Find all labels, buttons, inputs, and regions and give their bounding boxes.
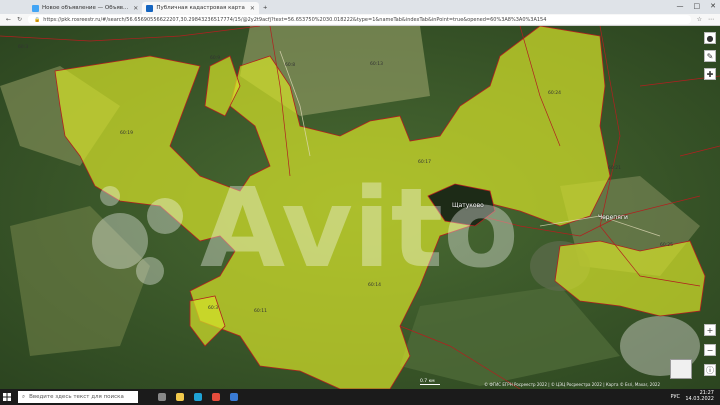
place-label-shatukovo: Щатуково: [452, 202, 484, 209]
back-icon[interactable]: ←: [6, 16, 11, 23]
parcel-label: 60:3: [18, 44, 28, 50]
new-tab-button[interactable]: +: [259, 2, 272, 14]
parcel-label: 60:9: [210, 55, 220, 61]
scale-bar: 0.7 км: [420, 379, 440, 385]
start-button[interactable]: [0, 389, 14, 405]
measure-button[interactable]: ✎: [704, 50, 716, 62]
info-icon: ⓘ: [706, 365, 714, 375]
minus-icon: −: [706, 345, 714, 355]
parcel-label: 60:11: [254, 308, 267, 314]
chrome-icon[interactable]: [212, 393, 220, 401]
zoom-in-button[interactable]: +: [704, 324, 716, 336]
zoom-out-button[interactable]: −: [704, 344, 716, 356]
parcel-label: 60:3: [208, 305, 218, 311]
watermark-text: Avito: [200, 164, 519, 292]
windows-taskbar: ⌕ Введите здесь текст для поиска РУС 21:…: [0, 389, 720, 405]
address-bar: ← ↻ 🔒 https://pkk.rosreestr.ru/#/search/…: [0, 14, 720, 26]
window-controls: — □ ✕: [677, 2, 717, 10]
map-canvas: Avito 60:3 60:9 60:8 60:13 60:24 60:19 6…: [0, 26, 720, 389]
parcel-label: 60:25: [660, 242, 673, 248]
close-icon[interactable]: ✕: [250, 5, 255, 12]
close-icon[interactable]: ✕: [133, 5, 138, 12]
minimap[interactable]: [670, 359, 692, 379]
plus-icon: +: [706, 325, 714, 335]
system-clock[interactable]: 21:27 14.03.2022: [685, 390, 714, 402]
parcel-label: 60:8: [285, 62, 295, 68]
pencil-icon: ✎: [706, 51, 714, 61]
explorer-icon[interactable]: [176, 393, 184, 401]
parcel-label: 60:13: [370, 61, 383, 67]
windows-icon: [3, 393, 11, 401]
search-icon: ⌕: [22, 393, 26, 400]
app-icon[interactable]: [230, 393, 238, 401]
url-text: https://pkk.rosreestr.ru/#/search/56.656…: [43, 16, 547, 23]
rosreestr-icon: [146, 4, 154, 12]
close-window-button[interactable]: ✕: [710, 2, 716, 10]
layers-button[interactable]: ●: [704, 32, 716, 44]
edge-icon[interactable]: [194, 393, 202, 401]
tab-label: Публичная кадастровая карта: [156, 5, 245, 11]
crosshair-icon: ✚: [706, 69, 714, 79]
taskbar-apps: [158, 393, 238, 401]
parcel-label: 60:24: [548, 90, 561, 96]
menu-icon[interactable]: ⋯: [708, 16, 714, 23]
minimize-button[interactable]: —: [677, 2, 684, 10]
copyright-text: © ФГИС ЕГРН Росреестр 2022 | © ЦЭЦ Росре…: [484, 382, 660, 387]
tab-rosreestr[interactable]: Публичная кадастровая карта ✕: [142, 2, 259, 14]
tab-avito[interactable]: Новое объявление — Объяв... ✕: [28, 2, 142, 14]
info-button[interactable]: ⓘ: [704, 364, 716, 376]
parcel-label: 60:17: [418, 159, 431, 165]
star-icon[interactable]: ☆: [697, 16, 702, 23]
parcel-label: 60:21: [608, 165, 621, 171]
task-view-icon[interactable]: [158, 393, 166, 401]
url-field[interactable]: 🔒 https://pkk.rosreestr.ru/#/search/56.6…: [28, 15, 691, 24]
parcel-label: 60:19: [120, 130, 133, 136]
parcel-label: 60:14: [368, 282, 381, 288]
search-placeholder: Введите здесь текст для поиска: [29, 394, 124, 400]
crosshair-button[interactable]: ✚: [704, 68, 716, 80]
avito-icon: [32, 4, 39, 12]
browser-tab-bar: Новое объявление — Объяв... ✕ Публичная …: [0, 0, 720, 14]
lock-icon: 🔒: [34, 16, 41, 23]
language-indicator[interactable]: РУС: [670, 394, 680, 400]
place-label-cherepyagi: Черепяги: [598, 214, 628, 221]
cadastral-map[interactable]: Avito 60:3 60:9 60:8 60:13 60:24 60:19 6…: [0, 26, 720, 389]
maximize-button[interactable]: □: [694, 2, 701, 10]
refresh-icon[interactable]: ↻: [17, 16, 22, 23]
tab-label: Новое объявление — Объяв...: [42, 5, 129, 11]
taskbar-search-input[interactable]: ⌕ Введите здесь текст для поиска: [18, 391, 138, 403]
layers-icon: ●: [706, 33, 714, 43]
clock-date: 14.03.2022: [685, 396, 714, 402]
